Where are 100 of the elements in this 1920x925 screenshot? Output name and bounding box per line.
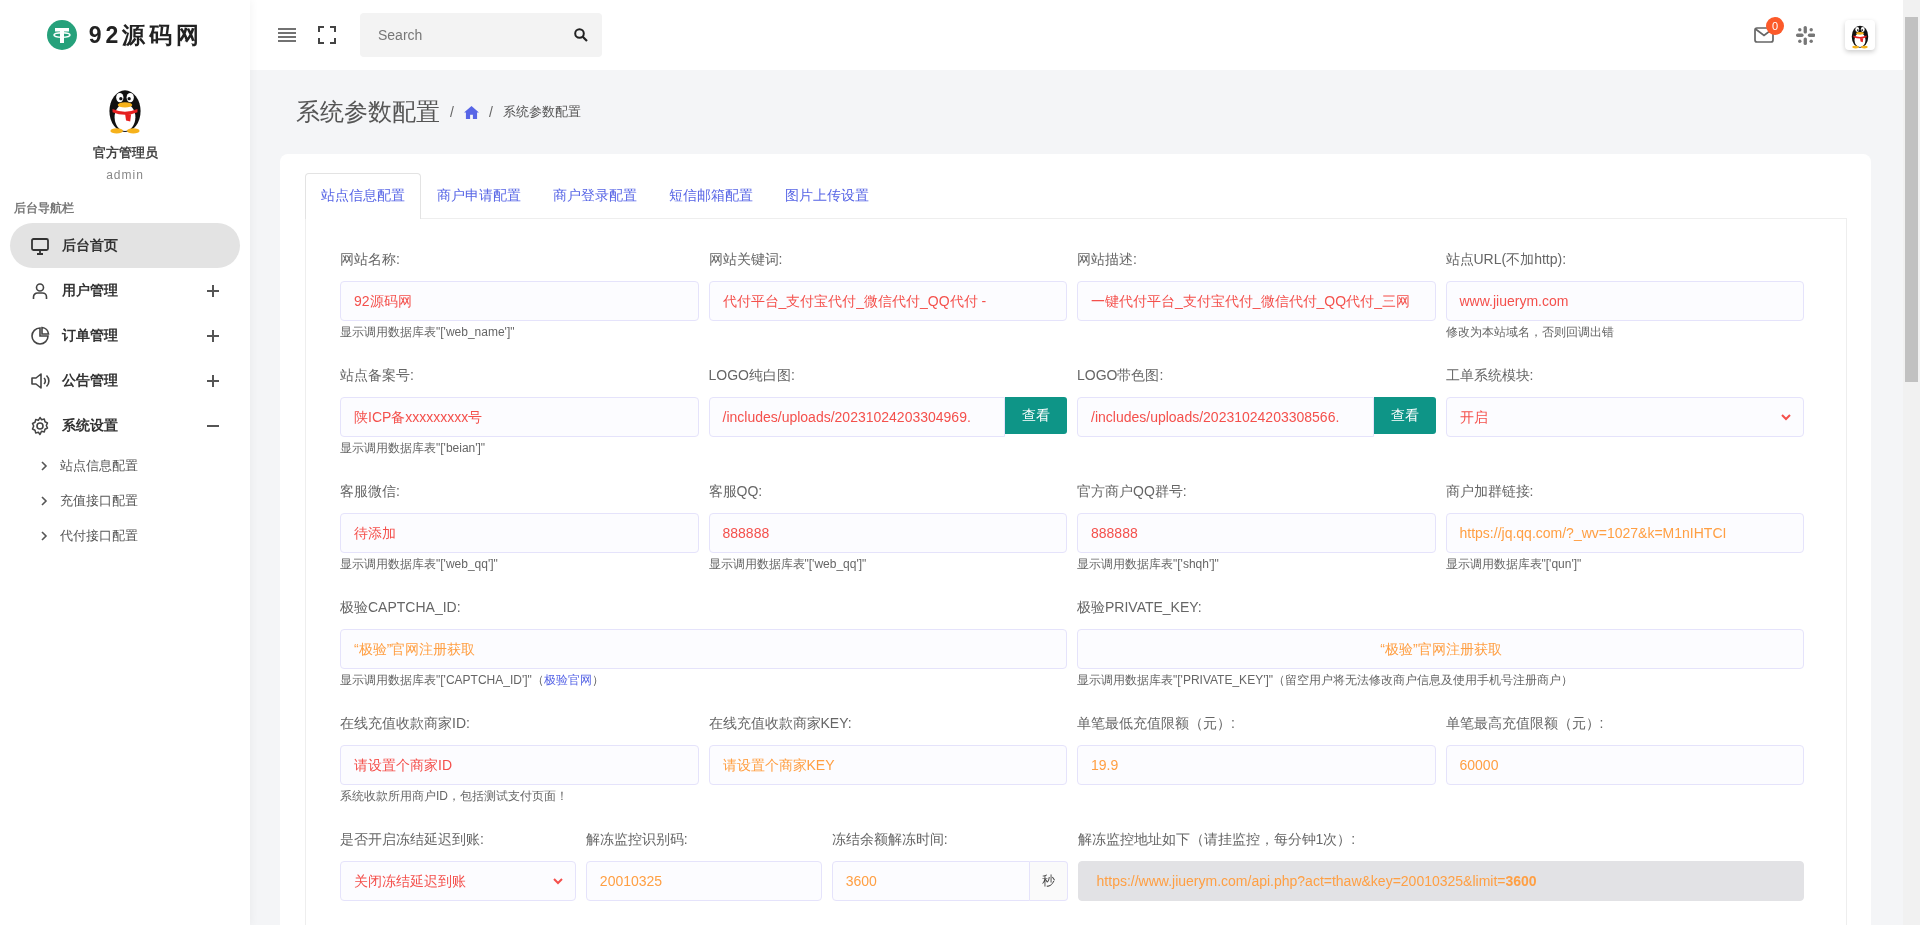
select-field[interactable]: 开启 [1445, 397, 1804, 437]
chevron-right-icon [40, 495, 48, 506]
field-label: 在线充值收款商家KEY: [708, 714, 853, 733]
field-label: 工单系统模块: [1445, 366, 1535, 385]
tab[interactable]: 商户登录配置 [537, 173, 653, 219]
fullscreen-icon[interactable] [318, 26, 336, 44]
field-label: 商户加群链接: [1445, 482, 1535, 501]
unit-addon: 秒 [1029, 861, 1068, 901]
search-icon[interactable] [574, 28, 588, 42]
field-label: 极验CAPTCHA_ID: [340, 598, 462, 617]
view-button[interactable]: 查看 [1005, 397, 1067, 434]
field-label: 是否开启冻结延迟到账: [340, 830, 485, 849]
coin-logo-icon [46, 20, 77, 50]
user-avatar-button[interactable] [1845, 20, 1875, 50]
chevron-right-icon [40, 530, 48, 541]
text-field[interactable]: “极验”官网注册获取 [340, 629, 1067, 669]
field-hint: 显示调用数据库表"['web_qq']" [708, 557, 867, 571]
brand-name: 92源码网 [88, 20, 204, 50]
penguin-avatar [109, 90, 141, 134]
text-field[interactable]: 陕ICP备xxxxxxxxx号 [340, 397, 699, 437]
field-hint: 显示调用数据库表"['CAPTCHA_ID']"（极验官网） [340, 673, 604, 687]
field-hint: 显示调用数据库表"['shqh']" [1077, 557, 1219, 571]
sidebar-item[interactable]: 后台首页 [10, 223, 240, 268]
field-label: 网站描述: [1077, 250, 1138, 269]
field-hint: 显示调用数据库表"['web_name']" [340, 325, 515, 339]
field-label: 解冻监控识别码: [585, 830, 689, 849]
text-field[interactable]: 888888 [1077, 513, 1436, 553]
text-field[interactable]: 待添加 [340, 513, 699, 553]
field-label: 在线充值收款商家ID: [340, 714, 471, 733]
nav-section-title: 后台导航栏 [14, 200, 75, 217]
tab[interactable]: 短信邮箱配置 [653, 173, 769, 219]
search-field[interactable]: Search [360, 13, 602, 57]
text-field[interactable]: /includes/uploads/20231024203304969. [708, 397, 1005, 437]
field-hint: 修改为本站域名，否则回调出错 [1445, 325, 1614, 339]
mail-icon[interactable] [1754, 27, 1774, 43]
field-label: 网站关键词: [708, 250, 784, 269]
home-icon[interactable] [463, 105, 479, 119]
tab[interactable]: 商户申请配置 [421, 173, 537, 219]
text-field[interactable]: https://jq.qq.com/?_wv=1027&k=M1nIHTCI [1445, 513, 1804, 553]
field-hint: 显示调用数据库表"['qun']" [1445, 557, 1582, 571]
apps-grid-icon[interactable] [1796, 25, 1815, 45]
field-label: 网站名称: [340, 250, 401, 269]
page-title: 系统参数配置 [296, 97, 440, 127]
sidebar-item[interactable]: 用户管理 [10, 268, 240, 313]
field-label: 官方商户QQ群号: [1077, 482, 1188, 501]
monitor-icon [30, 235, 50, 256]
tab[interactable]: 站点信息配置 [305, 173, 421, 219]
readonly-url-field: https://www.jiuerym.com/api.php?act=thaw&key=20010325&limit=3600 [1077, 861, 1804, 901]
breadcrumb-separator: / [450, 104, 454, 120]
text-field[interactable]: 代付平台_支付宝代付_微信代付_QQ代付 - [708, 281, 1067, 321]
gear-icon [30, 415, 50, 436]
caret-down-icon [552, 877, 563, 885]
text-field[interactable]: 请设置个商家ID [340, 745, 699, 785]
field-label: 单笔最高充值限额（元）: [1445, 714, 1605, 733]
user-name: 官方管理员 [92, 144, 158, 162]
sidebar-subitem[interactable]: 充值接口配置 [60, 491, 138, 510]
chevron-right-icon [40, 460, 48, 471]
speaker-icon [30, 370, 50, 391]
field-label: LOGO纯白图: [708, 366, 796, 385]
text-field[interactable]: 20010325 [585, 861, 822, 901]
breadcrumb-separator: / [488, 104, 493, 120]
text-field[interactable]: /includes/uploads/20231024203308566. [1077, 397, 1374, 437]
text-field[interactable]: 92源码网 [340, 281, 699, 321]
view-button[interactable]: 查看 [1373, 397, 1436, 434]
field-hint: 显示调用数据库表"['beian']" [340, 441, 486, 455]
field-hint: 显示调用数据库表"['PRIVATE_KEY']"（留空用户将无法修改商户信息及使用手机号注册商户） [1077, 673, 1574, 687]
field-hint: 系统收款所用商户ID，包括测试支付页面！ [340, 789, 568, 803]
sidebar-item[interactable]: 系统设置 [10, 403, 240, 448]
sidebar-item[interactable]: 公告管理 [10, 358, 240, 403]
field-label: 单笔最低充值限额（元）: [1077, 714, 1236, 733]
breadcrumb-current: 系统参数配置 [502, 103, 581, 121]
field-label: 极验PRIVATE_KEY: [1077, 598, 1203, 617]
user-icon [30, 280, 50, 301]
select-field[interactable]: 关闭冻结延迟到账 [340, 861, 576, 901]
text-field[interactable]: 19.9 [1077, 745, 1436, 785]
penguin-avatar [1851, 25, 1869, 49]
field-label: LOGO带色图: [1077, 366, 1165, 385]
field-label: 客服QQ: [708, 482, 764, 501]
sidebar-subitem[interactable]: 代付接口配置 [60, 526, 138, 545]
text-field[interactable]: 888888 [708, 513, 1067, 553]
field-label: 解冻监控地址如下（请挂监控，每分钟1次）: [1077, 830, 1357, 849]
field-label: 站点备案号: [340, 366, 415, 385]
tab[interactable]: 图片上传设置 [769, 173, 885, 219]
caret-down-icon [1781, 413, 1791, 421]
field-label: 站点URL(不加http): [1445, 250, 1568, 269]
text-field[interactable]: 60000 [1445, 745, 1804, 785]
user-role: admin [106, 168, 144, 182]
hint-link[interactable]: 极验官网 [543, 673, 592, 687]
field-hint: 显示调用数据库表"['web_qq']" [340, 557, 498, 571]
menu-icon[interactable] [278, 28, 296, 42]
text-field[interactable]: 3600 [831, 861, 1030, 901]
field-label: 冻结余额解冻时间: [831, 830, 949, 849]
field-label: 客服微信: [340, 482, 401, 501]
text-field[interactable]: www.jiuerym.com [1445, 281, 1804, 321]
text-field[interactable]: “极验”官网注册获取 [1077, 629, 1804, 669]
sidebar-item[interactable]: 订单管理 [10, 313, 240, 358]
text-field[interactable]: 一键代付平台_支付宝代付_微信代付_QQ代付_三网 [1077, 281, 1436, 321]
text-field[interactable]: 请设置个商家KEY [708, 745, 1067, 785]
sidebar-subitem[interactable]: 站点信息配置 [60, 456, 138, 475]
notification-badge: 0 [1766, 17, 1784, 35]
